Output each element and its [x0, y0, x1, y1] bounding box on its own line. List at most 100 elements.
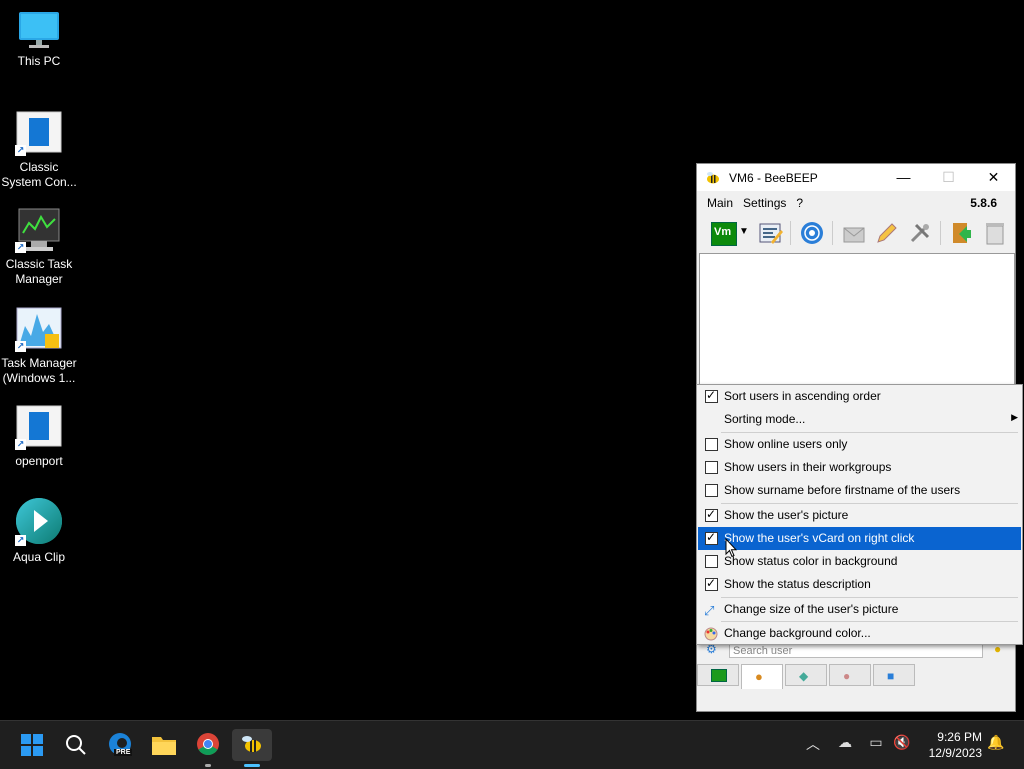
chat-tab-icon	[711, 669, 727, 682]
desktop-icon-classic-system-control[interactable]: ↗ Classic System Con...	[0, 110, 78, 190]
menu-item-background-color[interactable]: Change background color...	[698, 622, 1021, 645]
users-tab-icon: ●	[755, 669, 763, 684]
checkbox-unchecked	[705, 461, 718, 474]
menu-item-label: Change background color...	[724, 626, 871, 640]
toolbar: Vm ▼	[697, 214, 1015, 252]
menu-item-workgroups[interactable]: Show users in their workgroups	[698, 456, 1021, 479]
desktop-icon-classic-task-manager[interactable]: ↗ Classic Task Manager	[0, 207, 78, 287]
checkbox-checked	[705, 576, 718, 591]
desktop-icon-label: System Con...	[1, 175, 77, 189]
task-manager-icon: ↗	[15, 207, 63, 253]
desktop-icon-label: (Windows 1...	[2, 371, 76, 385]
checkbox-unchecked	[705, 555, 718, 568]
mouse-cursor-icon	[725, 538, 737, 558]
desktop-icon-label: Classic Task	[5, 257, 73, 271]
palette-icon	[704, 627, 718, 641]
menu-item-label: Change size of the user's picture	[724, 602, 899, 616]
shortcut-arrow-icon: ↗	[15, 341, 26, 352]
title-bar[interactable]: VM6 - BeeBEEP — ☐ ✕	[697, 164, 1015, 191]
chevron-up-icon[interactable]: ︿	[803, 734, 823, 754]
account-label: Vm	[714, 226, 732, 238]
menu-item-label: Sorting mode...	[724, 412, 806, 426]
chrome-icon[interactable]	[188, 729, 228, 767]
clock[interactable]: 9:26 PM 12/9/2023	[929, 729, 982, 761]
tab-groups[interactable]: ●	[829, 664, 871, 686]
minimize-button[interactable]: —	[881, 164, 926, 191]
menu-item-vcard-right-click[interactable]: Show the user's vCard on right click	[698, 527, 1021, 550]
notification-bell-icon[interactable]: 🔔	[986, 734, 1006, 754]
account-button[interactable]: Vm ▼	[711, 220, 750, 246]
tab-chat[interactable]	[697, 664, 739, 686]
desktop-icon-label: Task Manager	[1, 356, 77, 370]
desktop-icon-task-manager[interactable]: ↗ Task Manager (Windows 1...	[0, 306, 78, 386]
menu-item-sort-ascending[interactable]: Sort users in ascending order	[698, 385, 1021, 408]
checkbox-checked	[705, 507, 718, 522]
onedrive-icon[interactable]: ☁	[835, 734, 855, 754]
menu-item-label: Show the user's vCard on right click	[724, 531, 915, 545]
pencil-icon[interactable]	[874, 220, 900, 246]
menu-item-show-picture[interactable]: Show the user's picture	[698, 504, 1021, 527]
menu-item-label: Show the status description	[724, 577, 871, 591]
files-tab-icon: ■	[887, 669, 895, 683]
window-title: VM6 - BeeBEEP	[729, 170, 818, 185]
desktop-icon-label: openport	[15, 454, 63, 468]
display-icon[interactable]: ▭	[866, 734, 886, 754]
groups-tab-icon: ●	[843, 669, 851, 683]
checkbox-checked	[705, 388, 718, 403]
menu-help[interactable]: ?	[791, 196, 808, 210]
tools-icon[interactable]	[907, 220, 933, 246]
tab-files[interactable]: ■	[873, 664, 915, 686]
checkbox-unchecked	[705, 484, 718, 497]
exit-icon[interactable]	[949, 220, 975, 246]
menu-item-status-color-bg[interactable]: Show status color in background	[698, 550, 1021, 573]
menu-item-status-description[interactable]: Show the status description	[698, 573, 1021, 596]
search-icon[interactable]	[56, 729, 96, 761]
submenu-arrow-icon: ▶	[1011, 412, 1018, 422]
menu-settings[interactable]: Settings	[738, 196, 791, 210]
resize-icon: ⤢	[704, 603, 715, 618]
menu-item-label: Show users in their workgroups	[724, 460, 892, 474]
mail-icon[interactable]	[841, 220, 867, 246]
network-icon[interactable]	[799, 220, 825, 246]
close-button[interactable]: ✕	[971, 164, 1016, 191]
menu-item-label: Sort users in ascending order	[724, 389, 881, 403]
desktop-icon-label: Manager	[15, 272, 63, 286]
active-indicator	[244, 764, 260, 767]
user-list-context-menu: Sort users in ascending order Sorting mo…	[696, 384, 1023, 645]
desktop-icon-aqua-clip[interactable]: ↗ Aqua Clip	[0, 496, 78, 565]
desktop-icon-label: Aqua Clip	[12, 550, 66, 564]
edge-beta-icon[interactable]: PRE	[100, 729, 140, 761]
file-explorer-icon[interactable]	[144, 729, 184, 761]
tab-messages[interactable]: ◆	[785, 664, 827, 686]
control-panel-icon: ↗	[15, 110, 63, 156]
shortcut-arrow-icon: ↗	[15, 439, 26, 450]
volume-muted-icon[interactable]: 🔇	[892, 734, 912, 754]
menu-item-sorting-mode[interactable]: Sorting mode... ▶	[698, 408, 1021, 431]
start-button[interactable]	[12, 729, 52, 761]
menu-main[interactable]: Main	[702, 196, 738, 210]
desktop-icon-label: This PC	[17, 54, 61, 68]
menu-item-picture-size[interactable]: ⤢ Change size of the user's picture	[698, 598, 1021, 621]
bee-app-icon	[707, 171, 719, 183]
menu-item-online-only[interactable]: Show online users only	[698, 433, 1021, 456]
openport-icon: ↗	[15, 404, 63, 450]
menu-item-surname-first[interactable]: Show surname before firstname of the use…	[698, 479, 1021, 502]
desktop-icon-this-pc[interactable]: This PC	[0, 10, 78, 69]
maximize-button[interactable]: ☐	[926, 164, 971, 191]
task-manager-chart-icon: ↗	[15, 306, 63, 352]
checkbox-checked	[705, 530, 718, 545]
clock-date: 12/9/2023	[928, 746, 982, 760]
monitor-icon	[15, 10, 63, 50]
tab-users[interactable]: ●	[741, 664, 783, 689]
desktop-icon-openport[interactable]: ↗ openport	[0, 404, 78, 469]
taskbar: PRE ︿ ☁ ▭ 🔇 9:26 PM 12/9/2023 🔔	[0, 720, 1024, 769]
menu-item-label: Show online users only	[724, 437, 848, 451]
trash-icon[interactable]	[982, 220, 1008, 246]
messages-tab-icon: ◆	[799, 669, 809, 683]
beebeep-taskbar-icon[interactable]	[232, 729, 272, 767]
running-indicator	[205, 764, 211, 767]
user-list[interactable]	[699, 253, 1015, 388]
edit-profile-icon[interactable]	[757, 220, 784, 246]
menu-item-label: Show surname before firstname of the use…	[724, 483, 961, 497]
bottom-tabs: ● ◆ ● ■	[697, 664, 917, 689]
